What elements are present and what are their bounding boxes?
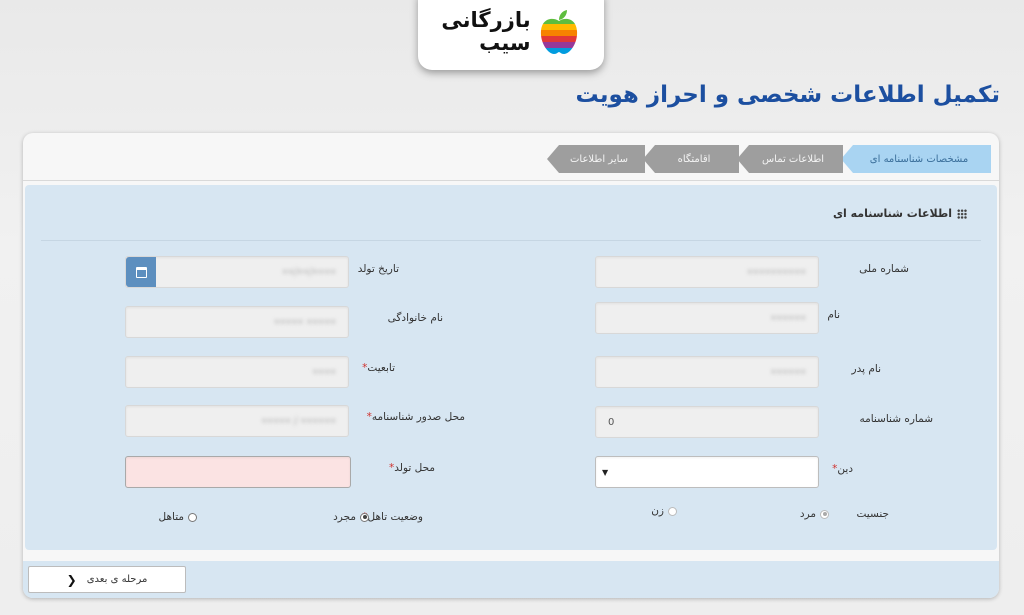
issue-place-label: محل صدور شناسنامه*	[366, 411, 465, 423]
birth-place-label: محل تولد*	[389, 462, 435, 474]
id-number-label: شماره شناسنامه	[859, 413, 933, 425]
page-title: تکمیل اطلاعات شخصی و احراز هویت	[575, 82, 1000, 108]
marital-label: وضعیت تاهل*	[362, 511, 423, 523]
section-title: اطلاعات شناسنامه ای	[832, 207, 952, 220]
last-name-label: نام خانوادگی	[387, 312, 443, 324]
national-id-label: شماره ملی	[859, 263, 909, 275]
marital-single-option[interactable]: مجرد	[333, 511, 369, 523]
radio-single[interactable]	[360, 512, 369, 522]
gender-female-option[interactable]: زن	[651, 505, 677, 517]
rainbow-apple-icon	[540, 10, 577, 54]
birth-place-field[interactable]	[125, 456, 351, 488]
calendar-icon	[135, 266, 147, 278]
radio-female[interactable]	[668, 506, 677, 516]
last-name-field[interactable]: ••••• •••••	[125, 306, 349, 338]
birth-date-label: تاریخ تولد	[357, 263, 399, 275]
marital-married-option[interactable]: متاهل	[159, 511, 197, 523]
tab-residence[interactable]: اقامتگاه	[643, 145, 739, 173]
tab-residence-label: اقامتگاه	[677, 153, 711, 165]
tab-other-info[interactable]: سایر اطلاعات	[547, 145, 645, 173]
brand-logo[interactable]: بازرگانی سیب	[418, 0, 604, 70]
tab-other-info-label: سایر اطلاعات	[569, 153, 629, 165]
form-footer: مرحله ی بعدی ❮	[23, 561, 999, 598]
next-step-label: مرحله ی بعدی	[86, 574, 148, 585]
first-name-field[interactable]: ••••••	[595, 302, 819, 334]
tab-contact[interactable]: اطلاعات تماس	[737, 145, 843, 173]
chevron-left-icon: ❮	[66, 572, 77, 587]
next-step-button[interactable]: مرحله ی بعدی ❮	[28, 566, 186, 593]
gender-group: جنسیت	[856, 508, 889, 520]
first-name-label: نام	[827, 309, 840, 321]
nationality-label: تابعیت*	[362, 362, 395, 374]
issue-place-field[interactable]: •••••• / •••••	[125, 405, 349, 437]
father-name-label: نام پدر	[851, 363, 881, 375]
religion-label: دین*	[832, 463, 853, 475]
national-id-field[interactable]: ••••••••••	[595, 256, 819, 288]
form-panel: مشخصات شناسنامه ای اطلاعات تماس اقامتگاه…	[23, 133, 999, 598]
brand-text: بازرگانی سیب	[441, 10, 530, 54]
dropdown-arrow-icon: ▼	[602, 468, 609, 477]
marital-group: وضعیت تاهل*	[360, 511, 423, 523]
religion-select[interactable]: ▼	[595, 456, 819, 488]
nationality-field[interactable]: ••••	[125, 356, 349, 388]
father-name-field[interactable]: ••••••	[595, 356, 819, 388]
section-header: اطلاعات شناسنامه ای	[833, 207, 967, 220]
identity-form: اطلاعات شناسنامه ای شماره ملی ••••••••••…	[25, 185, 997, 550]
calendar-button[interactable]	[126, 257, 156, 287]
step-tabs: مشخصات شناسنامه ای اطلاعات تماس اقامتگاه…	[23, 133, 999, 181]
tab-contact-label: اطلاعات تماس	[761, 153, 825, 165]
gender-male-option[interactable]: مرد	[800, 508, 829, 520]
radio-male[interactable]	[820, 509, 829, 519]
brand-name-line1: بازرگانی	[441, 8, 531, 32]
birth-date-field[interactable]: ••••/••/••	[125, 256, 349, 288]
tab-identity-label: مشخصات شناسنامه ای	[869, 153, 969, 165]
radio-married[interactable]	[188, 512, 197, 522]
gender-label: جنسیت	[856, 508, 889, 520]
id-number-field[interactable]: 0	[595, 406, 819, 438]
grid-icon	[957, 208, 967, 219]
tab-identity[interactable]: مشخصات شناسنامه ای	[841, 145, 991, 173]
section-divider	[41, 240, 981, 241]
brand-name-line2: سیب	[479, 31, 531, 55]
